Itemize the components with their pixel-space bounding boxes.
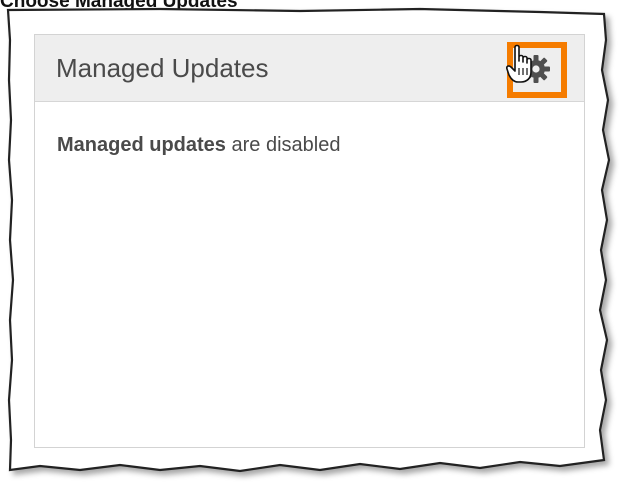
status-strong-text: Managed updates — [57, 134, 226, 156]
hand-cursor-icon — [506, 44, 532, 83]
panel-header: Managed Updates — [35, 35, 584, 102]
managed-updates-panel: Managed Updates Managed updates are disa… — [34, 34, 585, 448]
panel-title: Managed Updates — [56, 53, 269, 83]
status-message: Managed updates are disabled — [57, 134, 340, 157]
status-rest-text: are disabled — [231, 134, 341, 156]
